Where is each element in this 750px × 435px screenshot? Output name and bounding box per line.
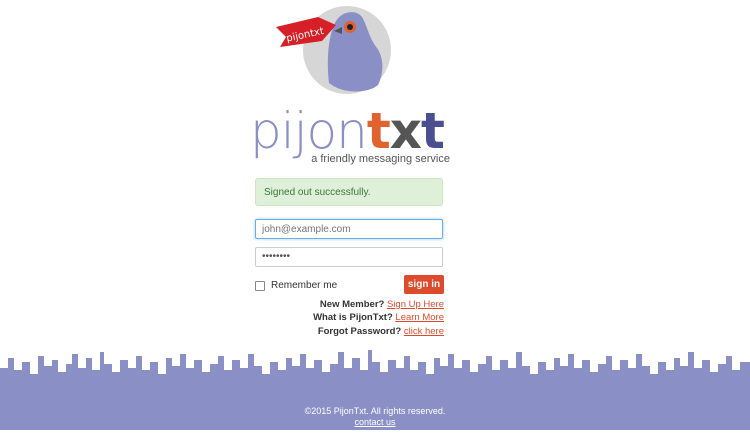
- forgot-row: Forgot Password? click here: [313, 326, 444, 339]
- auth-links: New Member? Sign Up Here What is PijonTx…: [313, 299, 444, 339]
- wordmark-t: t: [366, 102, 391, 160]
- new-member-row: New Member? Sign Up Here: [313, 299, 444, 312]
- wordmark-x: x: [389, 102, 422, 160]
- what-is-label: What is PijonTxt?: [313, 311, 393, 323]
- email-field[interactable]: [255, 219, 443, 239]
- footer: ©2015 PijonTxt. All rights reserved. con…: [0, 406, 750, 428]
- learn-more-link[interactable]: Learn More: [395, 312, 444, 323]
- signin-button[interactable]: sign in: [404, 275, 444, 294]
- remember-checkbox[interactable]: [255, 280, 265, 291]
- forgot-password-link[interactable]: click here: [404, 326, 444, 337]
- wordmark: pijontxt: [250, 104, 450, 158]
- new-member-label: New Member?: [319, 299, 385, 310]
- signout-alert: Signed out successfully.: [255, 178, 443, 206]
- tagline: a friendly messaging service: [311, 153, 450, 165]
- wordmark-pijon: pijon: [250, 102, 368, 160]
- remember-me[interactable]: Remember me: [255, 280, 337, 291]
- password-field[interactable]: ••••••••: [255, 247, 443, 267]
- forgot-label: Forgot Password?: [317, 326, 402, 337]
- copyright-text: ©2015 PijonTxt. All rights reserved.: [304, 406, 446, 416]
- logo-pigeon-icon: pijontxt: [274, 3, 396, 97]
- what-is-row: What is PijonTxt? Learn More: [313, 312, 444, 325]
- contact-us-link[interactable]: contact us: [354, 417, 395, 427]
- signup-link[interactable]: Sign Up Here: [387, 299, 444, 310]
- wordmark-t2: t: [420, 102, 445, 160]
- remember-label: Remember me: [271, 280, 338, 291]
